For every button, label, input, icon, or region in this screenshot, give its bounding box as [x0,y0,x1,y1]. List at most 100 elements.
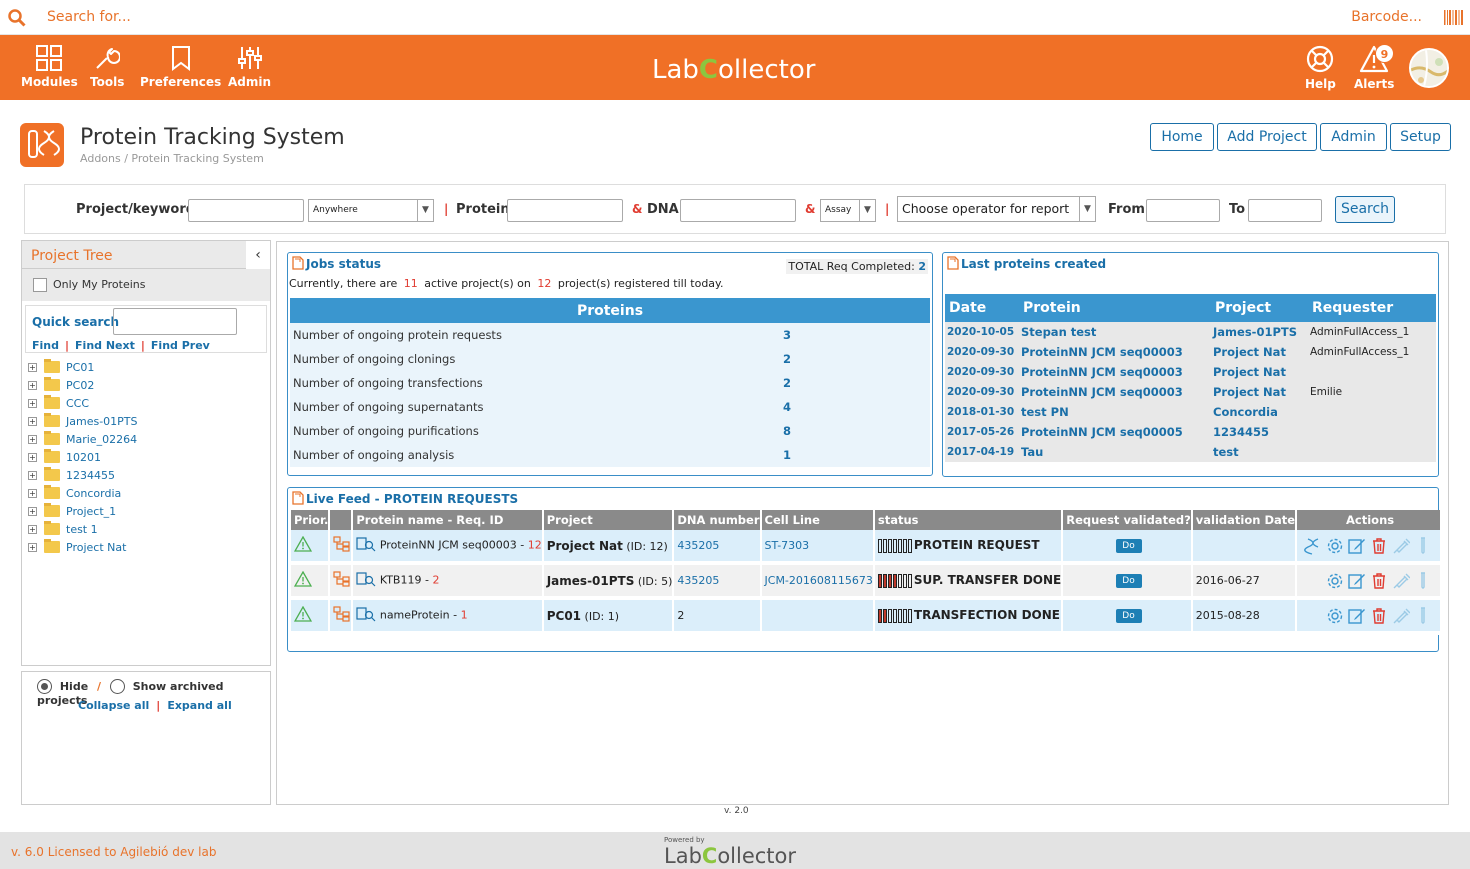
hide-archived-radio[interactable] [37,679,52,694]
barcode-input[interactable]: Barcode... [1351,9,1422,25]
protein-input[interactable] [507,199,623,222]
to-date-input[interactable] [1248,199,1322,222]
jobs-row-value[interactable]: 8 [780,419,930,443]
last-protein-project[interactable]: test [1211,442,1308,462]
protein-name[interactable]: ProteinNN JCM seq00003 - [380,539,528,552]
search-button[interactable]: Search [1335,196,1395,223]
project-tree-icon[interactable] [333,571,351,590]
syringe-icon[interactable] [1392,537,1411,555]
trash-icon[interactable] [1370,572,1388,590]
do-validate-button[interactable]: Do [1115,609,1142,623]
cell-line-link[interactable]: JCM-201608115673 [765,574,873,587]
user-avatar[interactable] [1409,48,1449,88]
last-protein-project[interactable]: James-01PTS [1211,322,1308,342]
nav-tools[interactable]: Tools [90,45,124,89]
do-validate-button[interactable]: Do [1115,539,1142,553]
tree-item-label[interactable]: PC01 [66,361,94,374]
dna-number-link[interactable]: 435205 [677,539,719,552]
expand-plus-icon[interactable]: + [28,453,37,462]
last-protein-name[interactable]: ProteinNN JCM seq00003 [1019,342,1211,362]
project-name[interactable]: Project Nat [547,539,623,553]
from-date-input[interactable] [1146,199,1220,222]
syringe-icon[interactable] [1392,572,1411,590]
gear-icon[interactable] [1326,607,1344,625]
jobs-row-value[interactable]: 4 [780,395,930,419]
expand-plus-icon[interactable]: + [28,435,37,444]
last-protein-name[interactable]: Stepan test [1019,322,1211,342]
find-next-link[interactable]: Find Next [75,339,135,352]
do-validate-button[interactable]: Do [1115,574,1142,588]
tree-item-label[interactable]: CCC [66,397,89,410]
dna-icon[interactable] [1304,537,1322,555]
last-protein-project[interactable]: 1234455 [1211,422,1308,442]
quick-search-input[interactable] [113,308,237,335]
tree-item-label[interactable]: Project_1 [66,505,116,518]
test-tube-icon[interactable] [1414,606,1432,625]
syringe-icon[interactable] [1392,607,1411,625]
warning-icon[interactable] [293,570,313,590]
tree-item-label[interactable]: test 1 [66,523,98,536]
warning-icon[interactable] [293,535,313,555]
edit-icon[interactable] [1348,572,1366,590]
expand-plus-icon[interactable]: + [28,363,37,372]
test-tube-icon[interactable] [1414,536,1432,555]
expand-plus-icon[interactable]: + [28,381,37,390]
expand-plus-icon[interactable]: + [28,507,37,516]
view-protein-icon[interactable] [356,537,376,555]
find-prev-link[interactable]: Find Prev [151,339,210,352]
tree-item-label[interactable]: PC02 [66,379,94,392]
project-keyword-input[interactable] [188,199,304,222]
gear-icon[interactable] [1326,537,1344,555]
jobs-row-value[interactable]: 2 [780,347,930,371]
collapse-all-link[interactable]: Collapse all [78,699,149,712]
search-icon[interactable] [8,9,26,27]
last-protein-project[interactable]: Project Nat [1211,342,1308,362]
last-protein-project[interactable]: Project Nat [1211,362,1308,382]
tree-item-label[interactable]: 1234455 [66,469,115,482]
find-link[interactable]: Find [32,339,59,352]
last-protein-name[interactable]: ProteinNN JCM seq00003 [1019,382,1211,402]
tree-item-label[interactable]: 10201 [66,451,101,464]
nav-modules[interactable]: Modules [21,45,78,89]
edit-icon[interactable] [1348,537,1366,555]
show-archived-radio[interactable] [109,679,125,694]
global-search-input[interactable]: Search for... [47,9,131,25]
setup-button[interactable]: Setup [1390,123,1451,151]
dna-number-link[interactable]: 435205 [677,574,719,587]
nav-preferences[interactable]: Preferences [140,45,221,89]
project-tree-icon[interactable] [333,606,351,625]
home-button[interactable]: Home [1150,123,1214,151]
collapse-panel-icon[interactable]: ‹ [246,241,270,269]
nav-help[interactable]: Help [1305,45,1336,91]
test-tube-icon[interactable] [1414,571,1432,590]
protein-name[interactable]: KTB119 - [380,574,433,587]
cell-line-link[interactable]: ST-7303 [765,539,810,552]
tree-item-label[interactable]: Marie_02264 [66,433,137,446]
tree-item-label[interactable]: Concordia [66,487,121,500]
project-name[interactable]: PC01 [547,609,581,623]
assay-select[interactable]: Assay ▼ [820,199,876,222]
admin-button[interactable]: Admin [1320,123,1387,151]
jobs-row-value[interactable]: 3 [780,323,930,347]
trash-icon[interactable] [1370,537,1388,555]
add-project-button[interactable]: Add Project [1217,123,1317,151]
expand-plus-icon[interactable]: + [28,525,37,534]
view-protein-icon[interactable] [356,607,376,625]
warning-icon[interactable] [293,605,313,625]
last-protein-name[interactable]: ProteinNN JCM seq00005 [1019,422,1211,442]
expand-plus-icon[interactable]: + [28,489,37,498]
expand-all-link[interactable]: Expand all [167,699,231,712]
dna-number-link[interactable]: 2 [677,609,684,622]
last-protein-name[interactable]: Tau [1019,442,1211,462]
dna-input[interactable] [680,199,796,222]
only-my-proteins-checkbox[interactable] [33,278,47,292]
gear-icon[interactable] [1326,572,1344,590]
project-tree-icon[interactable] [333,536,351,555]
jobs-row-value[interactable]: 1 [780,443,930,467]
expand-plus-icon[interactable]: + [28,417,37,426]
tree-item-label[interactable]: James-01PTS [66,415,138,428]
nav-admin[interactable]: Admin [228,45,271,89]
expand-plus-icon[interactable]: + [28,399,37,408]
operator-report-select[interactable]: Choose operator for report ▼ [897,196,1096,222]
barcode-icon[interactable] [1444,10,1464,25]
